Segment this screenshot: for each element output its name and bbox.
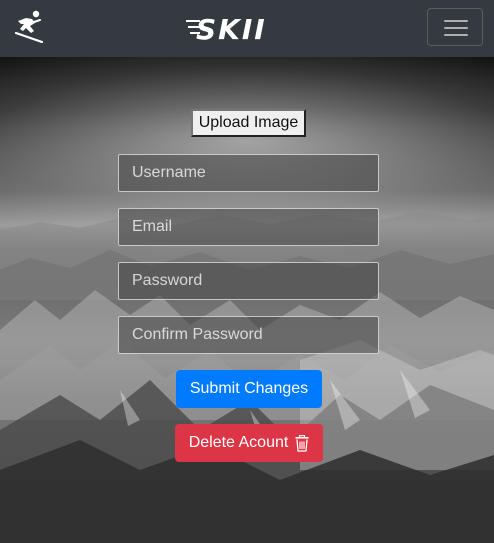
trash-icon [295, 434, 309, 452]
username-input[interactable] [118, 154, 379, 192]
delete-account-label: Delete Acount [188, 434, 289, 451]
logo-text: SKII [196, 13, 267, 44]
skii-logo[interactable]: SKII [186, 12, 294, 44]
confirm-password-input[interactable] [118, 316, 379, 354]
submit-changes-button[interactable]: Submit Changes [176, 370, 322, 408]
delete-account-button[interactable]: Delete Acount [175, 424, 323, 462]
top-navbar: SKII [0, 0, 494, 57]
email-input[interactable] [118, 208, 379, 246]
submit-changes-label: Submit Changes [189, 380, 309, 397]
navbar-toggler-button[interactable] [427, 8, 483, 46]
password-input[interactable] [118, 262, 379, 300]
upload-image-button[interactable]: Upload Image [191, 109, 306, 137]
skier-icon[interactable] [12, 9, 46, 43]
